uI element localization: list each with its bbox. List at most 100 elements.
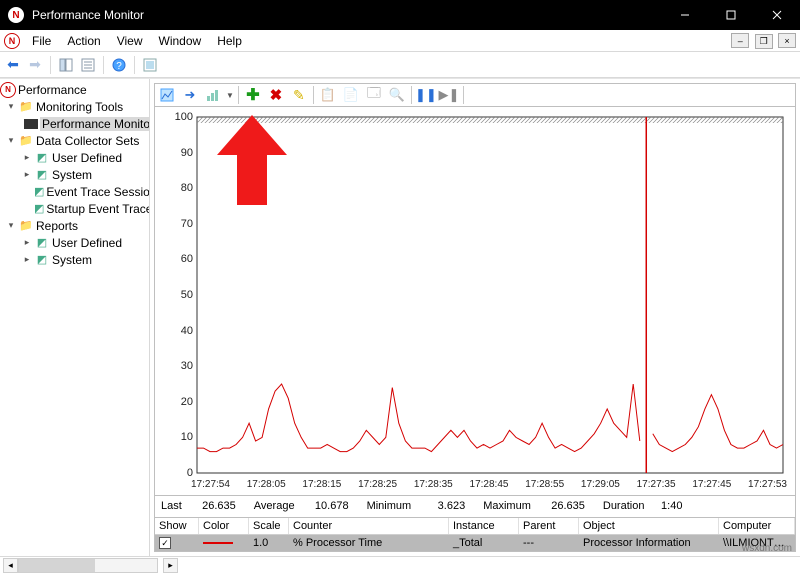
graph-type-dropdown[interactable] [203, 85, 223, 105]
stats-duration-value: 1:40 [648, 500, 682, 512]
col-instance[interactable]: Instance [449, 518, 519, 534]
tree-label: User Defined [52, 151, 122, 165]
collapse-icon[interactable]: ▾ [4, 135, 18, 146]
col-show[interactable]: Show [155, 518, 199, 534]
chart-container: 0102030405060708090100 17:27:5417:28:051… [154, 107, 796, 496]
col-counter[interactable]: Counter [289, 518, 449, 534]
expand-icon[interactable]: ▸ [20, 237, 34, 248]
tree-label: Startup Event Trace Sessions [46, 202, 150, 216]
col-computer[interactable]: Computer [719, 518, 795, 534]
tree-reports[interactable]: ▾ 📁 Reports [0, 217, 149, 234]
color-swatch [203, 542, 233, 544]
menu-window[interactable]: Window [151, 32, 210, 50]
action-icon[interactable] [141, 56, 159, 74]
x-tick-label: 17:29:05 [581, 479, 620, 495]
counter-row[interactable]: ✓ 1.0 % Processor Time _Total --- Proces… [155, 535, 795, 552]
collapse-icon[interactable]: ▾ [4, 220, 18, 231]
tree-data-collector-sets[interactable]: ▾ 📁 Data Collector Sets [0, 132, 149, 149]
show-checkbox[interactable]: ✓ [159, 537, 171, 549]
scroll-thumb[interactable] [19, 559, 95, 572]
monitor-icon [24, 116, 38, 132]
dropdown-caret-icon[interactable]: ▼ [226, 91, 234, 100]
add-counter-button[interactable]: ✚ [243, 85, 263, 105]
col-object[interactable]: Object [579, 518, 719, 534]
chart-stats: Last 26.635 Average 10.678 Minimum 3.623… [154, 496, 796, 518]
app-icon: N [8, 7, 24, 23]
scroll-right-icon[interactable]: ▸ [163, 558, 178, 573]
forward-icon[interactable]: ➡ [26, 56, 44, 74]
tree-dcs-event-trace[interactable]: ◩ Event Trace Sessions [0, 183, 149, 200]
tree-reports-user-defined[interactable]: ▸ ◩ User Defined [0, 234, 149, 251]
system-icon: ◩ [34, 167, 50, 183]
menu-help[interactable]: Help [209, 32, 250, 50]
help-icon[interactable]: ? [110, 56, 128, 74]
view-log-icon[interactable]: ➜ [180, 85, 200, 105]
main-body: N Performance ▾ 📁 Monitoring Tools Perfo… [0, 78, 800, 556]
remove-counter-button[interactable]: ✖ [266, 85, 286, 105]
counter-table[interactable]: Show Color Scale Counter Instance Parent… [154, 518, 796, 553]
stats-average-label: Average [254, 500, 295, 512]
mmc-app-icon: N [4, 33, 20, 49]
col-color[interactable]: Color [199, 518, 249, 534]
stats-minimum-label: Minimum [367, 500, 412, 512]
trace-icon: ◩ [34, 201, 44, 217]
cell-show[interactable]: ✓ [155, 535, 199, 552]
show-hide-tree-icon[interactable] [57, 56, 75, 74]
tree-dcs-system[interactable]: ▸ ◩ System [0, 166, 149, 183]
maximize-button[interactable] [708, 0, 754, 30]
update-icon[interactable]: ▶❚ [439, 85, 459, 105]
mdi-restore-button[interactable]: ❐ [755, 34, 773, 49]
folder-icon: 📁 [18, 99, 34, 115]
tree-performance[interactable]: N Performance [0, 81, 149, 98]
tree-dcs-user-defined[interactable]: ▸ ◩ User Defined [0, 149, 149, 166]
minimize-button[interactable] [662, 0, 708, 30]
pause-icon[interactable]: ❚❚ [416, 85, 436, 105]
content-pane: ➜ ▼ ✚ ✖ ✎ 📋 📄 🗔 🔍 ❚❚ ▶❚ 0102030405060708… [150, 79, 800, 556]
expand-icon[interactable]: ▸ [20, 254, 34, 265]
cell-counter: % Processor Time [289, 535, 449, 552]
stats-average-value: 10.678 [299, 500, 349, 512]
menu-action[interactable]: Action [59, 32, 108, 50]
tree-performance-monitor[interactable]: Performance Monitor [0, 115, 149, 132]
chart-plot[interactable]: 0102030405060708090100 [163, 113, 787, 477]
main-toolbar: ⬅ ➡ ? [0, 52, 800, 78]
chart-line [163, 113, 787, 477]
view-current-icon[interactable] [157, 85, 177, 105]
cell-object: Processor Information [579, 535, 719, 552]
cell-instance: _Total [449, 535, 519, 552]
menu-bar: N File Action View Window Help – ❐ × [0, 30, 800, 52]
tree-dcs-startup-event-trace[interactable]: ◩ Startup Event Trace Sessions [0, 200, 149, 217]
stats-maximum-value: 26.635 [535, 500, 585, 512]
navigation-tree[interactable]: N Performance ▾ 📁 Monitoring Tools Perfo… [0, 79, 150, 556]
menu-view[interactable]: View [109, 32, 151, 50]
cell-color [199, 535, 249, 552]
col-scale[interactable]: Scale [249, 518, 289, 534]
tree-reports-system[interactable]: ▸ ◩ System [0, 251, 149, 268]
paste-props-icon[interactable]: 📄 [341, 85, 361, 105]
close-button[interactable] [754, 0, 800, 30]
zoom-icon[interactable]: 🔍 [387, 85, 407, 105]
tree-label: Monitoring Tools [36, 100, 123, 114]
cell-parent: --- [519, 535, 579, 552]
properties-icon[interactable] [79, 56, 97, 74]
mdi-close-button[interactable]: × [778, 33, 796, 48]
highlight-button[interactable]: ✎ [289, 85, 309, 105]
collapse-icon[interactable]: ▾ [4, 101, 18, 112]
tree-monitoring-tools[interactable]: ▾ 📁 Monitoring Tools [0, 98, 149, 115]
mdi-minimize-button[interactable]: – [731, 33, 749, 48]
scroll-left-icon[interactable]: ◂ [3, 558, 18, 573]
copy-props-icon[interactable]: 📋 [318, 85, 338, 105]
scroll-track[interactable] [18, 558, 158, 573]
properties-button[interactable]: 🗔 [364, 85, 384, 105]
expand-icon[interactable]: ▸ [20, 169, 34, 180]
tree-label: User Defined [52, 236, 122, 250]
expand-icon[interactable]: ▸ [20, 152, 34, 163]
x-tick-label: 17:28:15 [302, 479, 341, 495]
window-title: Performance Monitor [32, 8, 662, 22]
tree-label: Event Trace Sessions [46, 185, 150, 199]
col-parent[interactable]: Parent [519, 518, 579, 534]
menu-file[interactable]: File [24, 32, 59, 50]
tree-horizontal-scrollbar[interactable]: ◂ ▸ [0, 556, 800, 574]
user-defined-icon: ◩ [34, 150, 50, 166]
back-icon[interactable]: ⬅ [4, 56, 22, 74]
